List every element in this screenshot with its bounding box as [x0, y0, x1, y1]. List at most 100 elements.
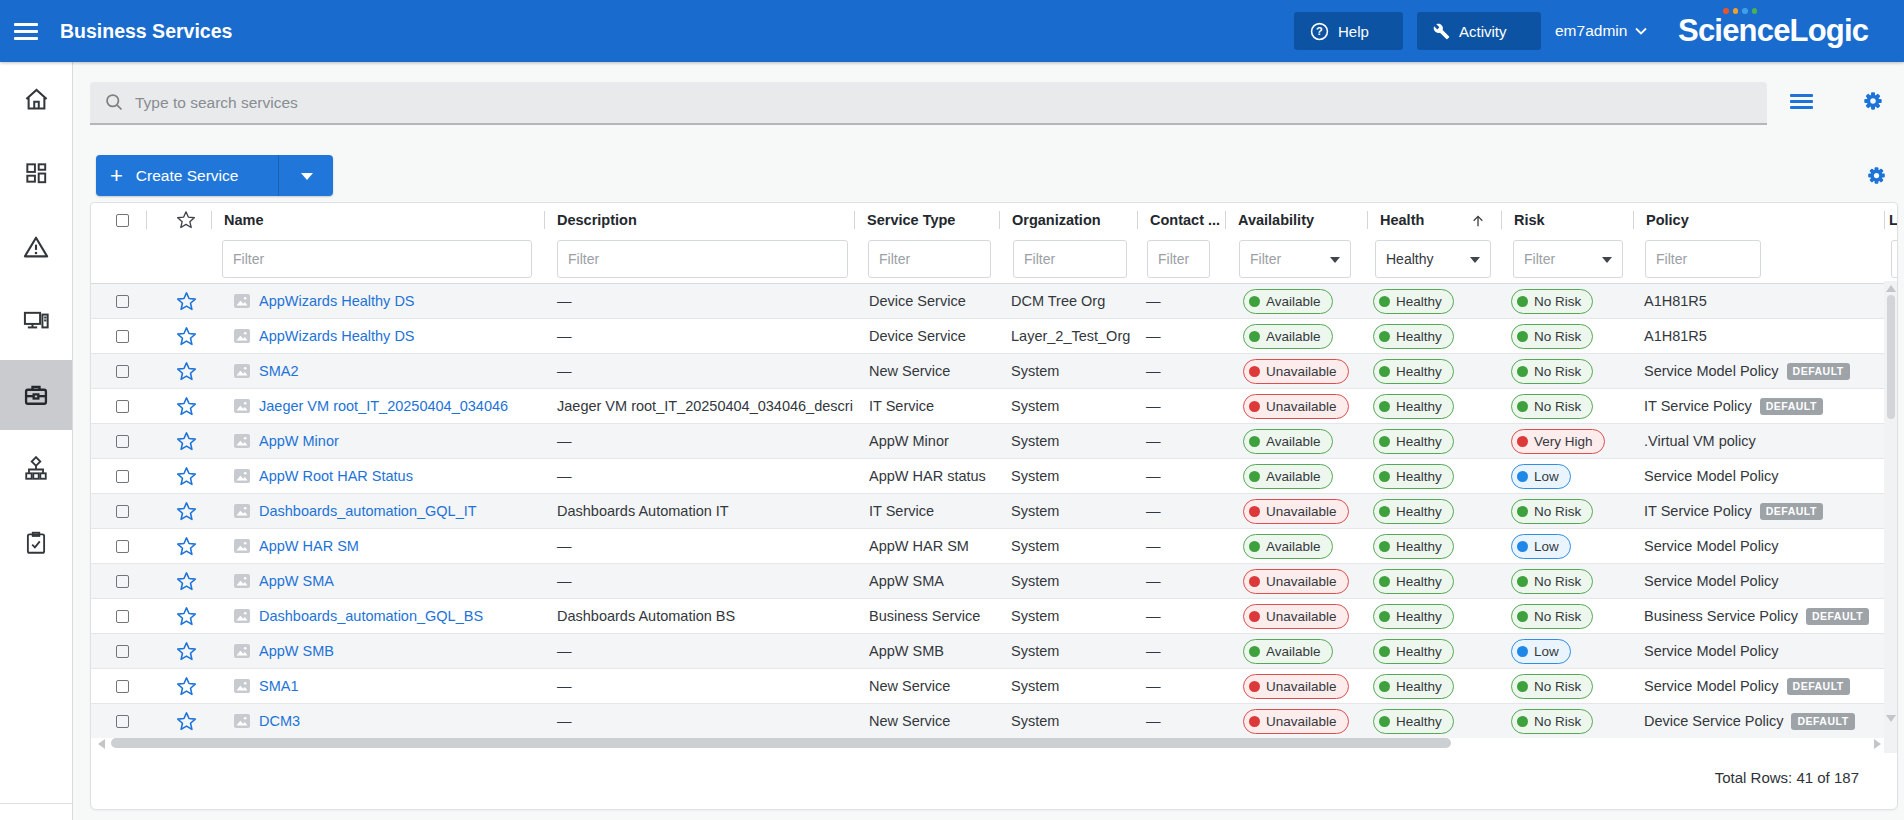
health-filter-select[interactable]: Healthy — [1375, 240, 1491, 278]
column-header-name[interactable]: Name — [211, 203, 544, 237]
sidebar-item-business-services[interactable] — [0, 360, 72, 430]
column-header-organization[interactable]: Organization — [999, 203, 1137, 237]
select-all-checkbox[interactable] — [116, 214, 129, 227]
name-filter-input[interactable] — [222, 240, 532, 278]
service-name-link[interactable]: AppW SMA — [259, 573, 334, 589]
sidebar-item-devices[interactable] — [0, 286, 72, 356]
table-row[interactable]: Jaeger VM root_IT_20250404_034046 Jaeger… — [91, 388, 1885, 423]
table-row[interactable]: Dashboards_automation_GQL_IT Dashboards … — [91, 493, 1885, 528]
availability-filter-select[interactable]: Filter — [1239, 240, 1351, 278]
table-row[interactable]: Dashboards_automation_GQL_BS Dashboards … — [91, 598, 1885, 633]
scroll-up-arrow[interactable] — [1886, 285, 1896, 292]
service-name-link[interactable]: Dashboards_automation_GQL_BS — [259, 608, 483, 624]
table-settings-gear-icon[interactable] — [1866, 165, 1887, 186]
contact-filter-input[interactable] — [1147, 240, 1210, 278]
activity-button[interactable]: Activity — [1417, 12, 1541, 50]
row-checkbox[interactable] — [116, 575, 129, 588]
favorite-star-icon[interactable] — [146, 424, 211, 458]
row-checkbox[interactable] — [116, 540, 129, 553]
row-checkbox[interactable] — [116, 330, 129, 343]
favorite-star-icon[interactable] — [146, 704, 211, 738]
service-name-link[interactable]: DCM3 — [259, 713, 300, 729]
scroll-right-arrow[interactable] — [1874, 739, 1881, 749]
create-service-button[interactable]: + Create Service — [96, 155, 333, 196]
service-name-link[interactable]: AppWizards Healthy DS — [259, 328, 415, 344]
service-name-link[interactable]: AppW SMB — [259, 643, 334, 659]
table-row[interactable]: DCM3 — New Service System — Unavailable … — [91, 703, 1885, 738]
row-checkbox[interactable] — [116, 435, 129, 448]
service-name-link[interactable]: AppW Minor — [259, 433, 339, 449]
row-checkbox[interactable] — [116, 645, 129, 658]
row-checkbox[interactable] — [116, 365, 129, 378]
sidebar-item-home[interactable] — [0, 64, 72, 134]
favorite-star-icon[interactable] — [146, 634, 211, 668]
sidebar-item-maps[interactable] — [0, 434, 72, 504]
sidebar-item-events[interactable] — [0, 212, 72, 282]
row-checkbox[interactable] — [116, 400, 129, 413]
column-header-policy[interactable]: Policy — [1633, 203, 1884, 237]
favorite-star-icon[interactable] — [146, 669, 211, 703]
sidebar-item-tasks[interactable] — [0, 508, 72, 578]
service-name-link[interactable]: Jaeger VM root_IT_20250404_034046 — [259, 398, 508, 414]
search-input[interactable]: Type to search services — [90, 82, 1767, 125]
table-row[interactable]: AppW SMA — AppW SMA System — Unavailable… — [91, 563, 1885, 598]
column-header-availability[interactable]: Availability — [1225, 203, 1367, 237]
table-row[interactable]: AppWizards Healthy DS — Device Service L… — [91, 318, 1885, 353]
column-header-last[interactable]: La — [1884, 203, 1898, 237]
service-name-link[interactable]: AppW HAR SM — [259, 538, 359, 554]
service-name-link[interactable]: AppWizards Healthy DS — [259, 293, 415, 309]
sidebar-item-dashboards[interactable] — [0, 138, 72, 208]
header-favorite[interactable] — [146, 203, 211, 237]
hamburger-menu-icon[interactable] — [14, 23, 38, 40]
service-name-link[interactable]: Dashboards_automation_GQL_IT — [259, 503, 477, 519]
favorite-star-icon[interactable] — [146, 284, 211, 318]
risk-filter-select[interactable]: Filter — [1513, 240, 1623, 278]
scroll-left-arrow[interactable] — [98, 739, 105, 749]
table-row[interactable]: AppW Minor — AppW Minor System — Availab… — [91, 423, 1885, 458]
favorite-star-icon[interactable] — [146, 599, 211, 633]
column-header-service-type[interactable]: Service Type — [854, 203, 999, 237]
favorite-star-icon[interactable] — [146, 354, 211, 388]
favorite-star-icon[interactable] — [146, 564, 211, 598]
column-header-contact[interactable]: Contact ... — [1137, 203, 1225, 237]
favorite-star-icon[interactable] — [146, 459, 211, 493]
table-row[interactable]: AppW HAR SM — AppW HAR SM System — Avail… — [91, 528, 1885, 563]
favorite-star-icon[interactable] — [146, 494, 211, 528]
row-checkbox[interactable] — [116, 470, 129, 483]
favorite-star-icon[interactable] — [146, 389, 211, 423]
create-service-dropdown-caret[interactable] — [301, 173, 313, 180]
column-header-risk[interactable]: Risk — [1501, 203, 1633, 237]
vertical-scrollbar[interactable] — [1884, 281, 1898, 753]
service-name-link[interactable]: SMA1 — [259, 678, 299, 694]
favorite-star-icon[interactable] — [146, 529, 211, 563]
table-row[interactable]: AppWizards Healthy DS — Device Service D… — [91, 283, 1885, 318]
row-checkbox[interactable] — [116, 505, 129, 518]
service-name-link[interactable]: SMA2 — [259, 363, 299, 379]
header-select-all[interactable] — [91, 203, 146, 237]
list-view-icon[interactable] — [1790, 94, 1813, 109]
favorite-star-icon[interactable] — [146, 319, 211, 353]
user-menu[interactable]: em7admin — [1555, 0, 1647, 62]
policy-filter-input[interactable] — [1645, 240, 1761, 278]
row-checkbox[interactable] — [116, 610, 129, 623]
table-row[interactable]: AppW Root HAR Status — AppW HAR status S… — [91, 458, 1885, 493]
table-row[interactable]: SMA1 — New Service System — Unavailable … — [91, 668, 1885, 703]
row-checkbox[interactable] — [116, 295, 129, 308]
row-checkbox[interactable] — [116, 715, 129, 728]
service-type-filter-input[interactable] — [868, 240, 991, 278]
service-name-link[interactable]: AppW Root HAR Status — [259, 468, 413, 484]
scroll-down-arrow[interactable] — [1886, 715, 1896, 722]
vertical-scroll-thumb[interactable] — [1887, 295, 1895, 419]
table-row[interactable]: SMA2 — New Service System — Unavailable … — [91, 353, 1885, 388]
description-filter-input[interactable] — [557, 240, 848, 278]
row-checkbox[interactable] — [116, 680, 129, 693]
column-header-health[interactable]: Health — [1367, 203, 1501, 237]
help-button[interactable]: ? Help — [1294, 12, 1403, 50]
last-filter-input[interactable] — [1891, 240, 1898, 278]
column-header-description[interactable]: Description — [544, 203, 854, 237]
organization-filter-input[interactable] — [1013, 240, 1127, 278]
horizontal-scrollbar[interactable] — [91, 736, 1897, 752]
search-settings-gear-icon[interactable] — [1862, 90, 1884, 112]
horizontal-scroll-thumb[interactable] — [111, 738, 1451, 748]
table-row[interactable]: AppW SMB — AppW SMB System — Available H… — [91, 633, 1885, 668]
